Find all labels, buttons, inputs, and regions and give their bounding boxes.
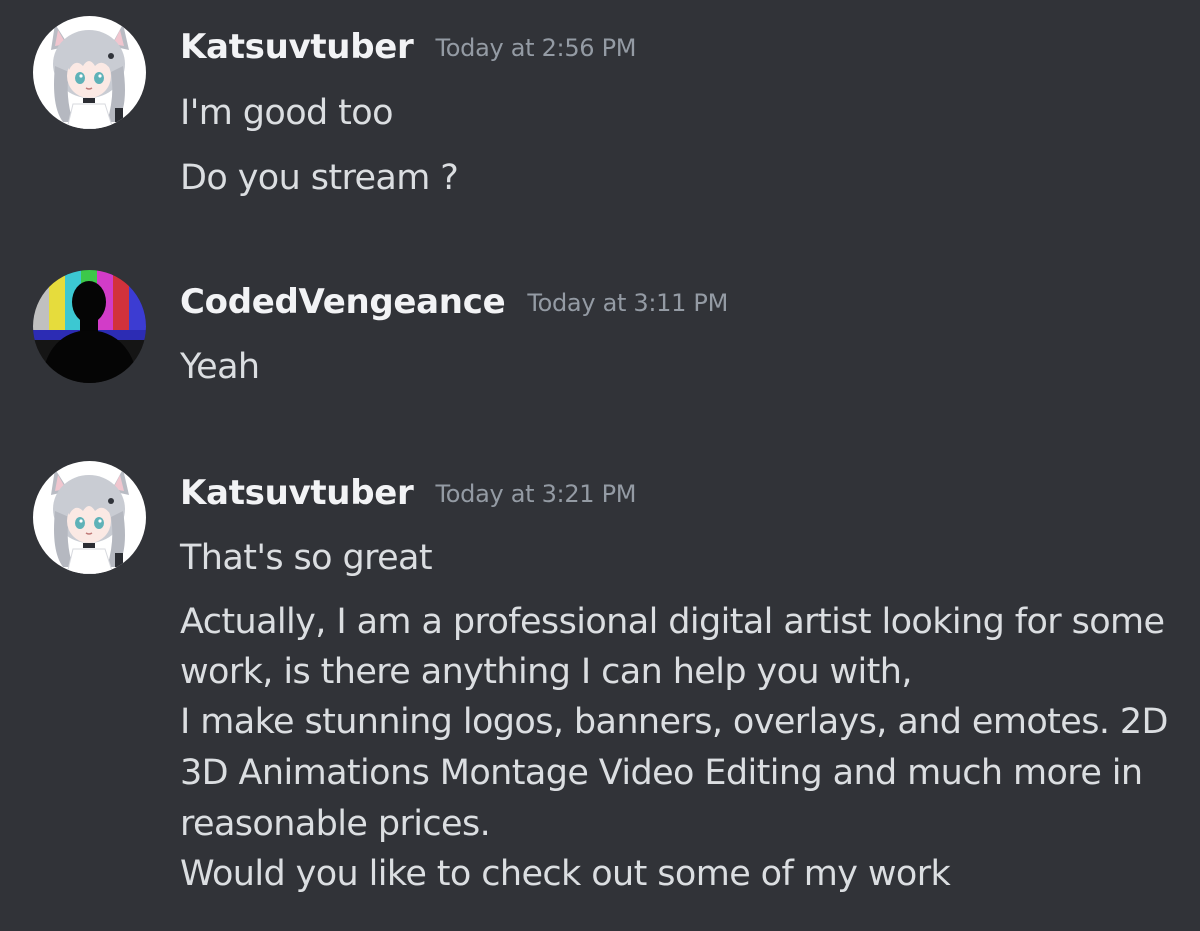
message-text: That's so great [180, 538, 433, 578]
message-timestamp: Today at 3:11 PM [527, 289, 729, 317]
message-text: reasonable prices. [180, 804, 491, 844]
username[interactable]: Katsuvtuber [180, 27, 414, 67]
username[interactable]: CodedVengeance [180, 282, 506, 322]
message-timestamp: Today at 2:56 PM [435, 34, 637, 62]
user-avatar[interactable] [33, 461, 146, 574]
anime-catgirl-avatar-icon [33, 16, 146, 129]
message-timestamp: Today at 3:21 PM [435, 480, 637, 508]
message-text: 3D Animations Montage Video Editing and … [180, 753, 1143, 793]
username[interactable]: Katsuvtuber [180, 473, 414, 513]
anime-catgirl-avatar-icon [33, 461, 146, 574]
message-text: I'm good too [180, 93, 394, 133]
message-text: Actually, I am a professional digital ar… [180, 602, 1165, 642]
message-text: Do you stream ? [180, 158, 459, 198]
message-author[interactable]: CodedVengeance Today at 3:11 PM [180, 282, 728, 323]
chat-messages: Katsuvtuber Today at 2:56 PM I'm good too… [0, 0, 1200, 931]
user-avatar[interactable] [33, 270, 146, 383]
silhouette-color-bars-avatar-icon [33, 270, 146, 383]
message-text: I make stunning logos, banners, overlays… [180, 702, 1169, 742]
message-text: Would you like to check out some of my w… [180, 854, 951, 894]
user-avatar[interactable] [33, 16, 146, 129]
message-author[interactable]: Katsuvtuber Today at 2:56 PM [180, 27, 636, 68]
message-text: work, is there anything I can help you w… [180, 652, 913, 692]
message-text: Yeah [180, 347, 260, 387]
message-author[interactable]: Katsuvtuber Today at 3:21 PM [180, 473, 636, 514]
